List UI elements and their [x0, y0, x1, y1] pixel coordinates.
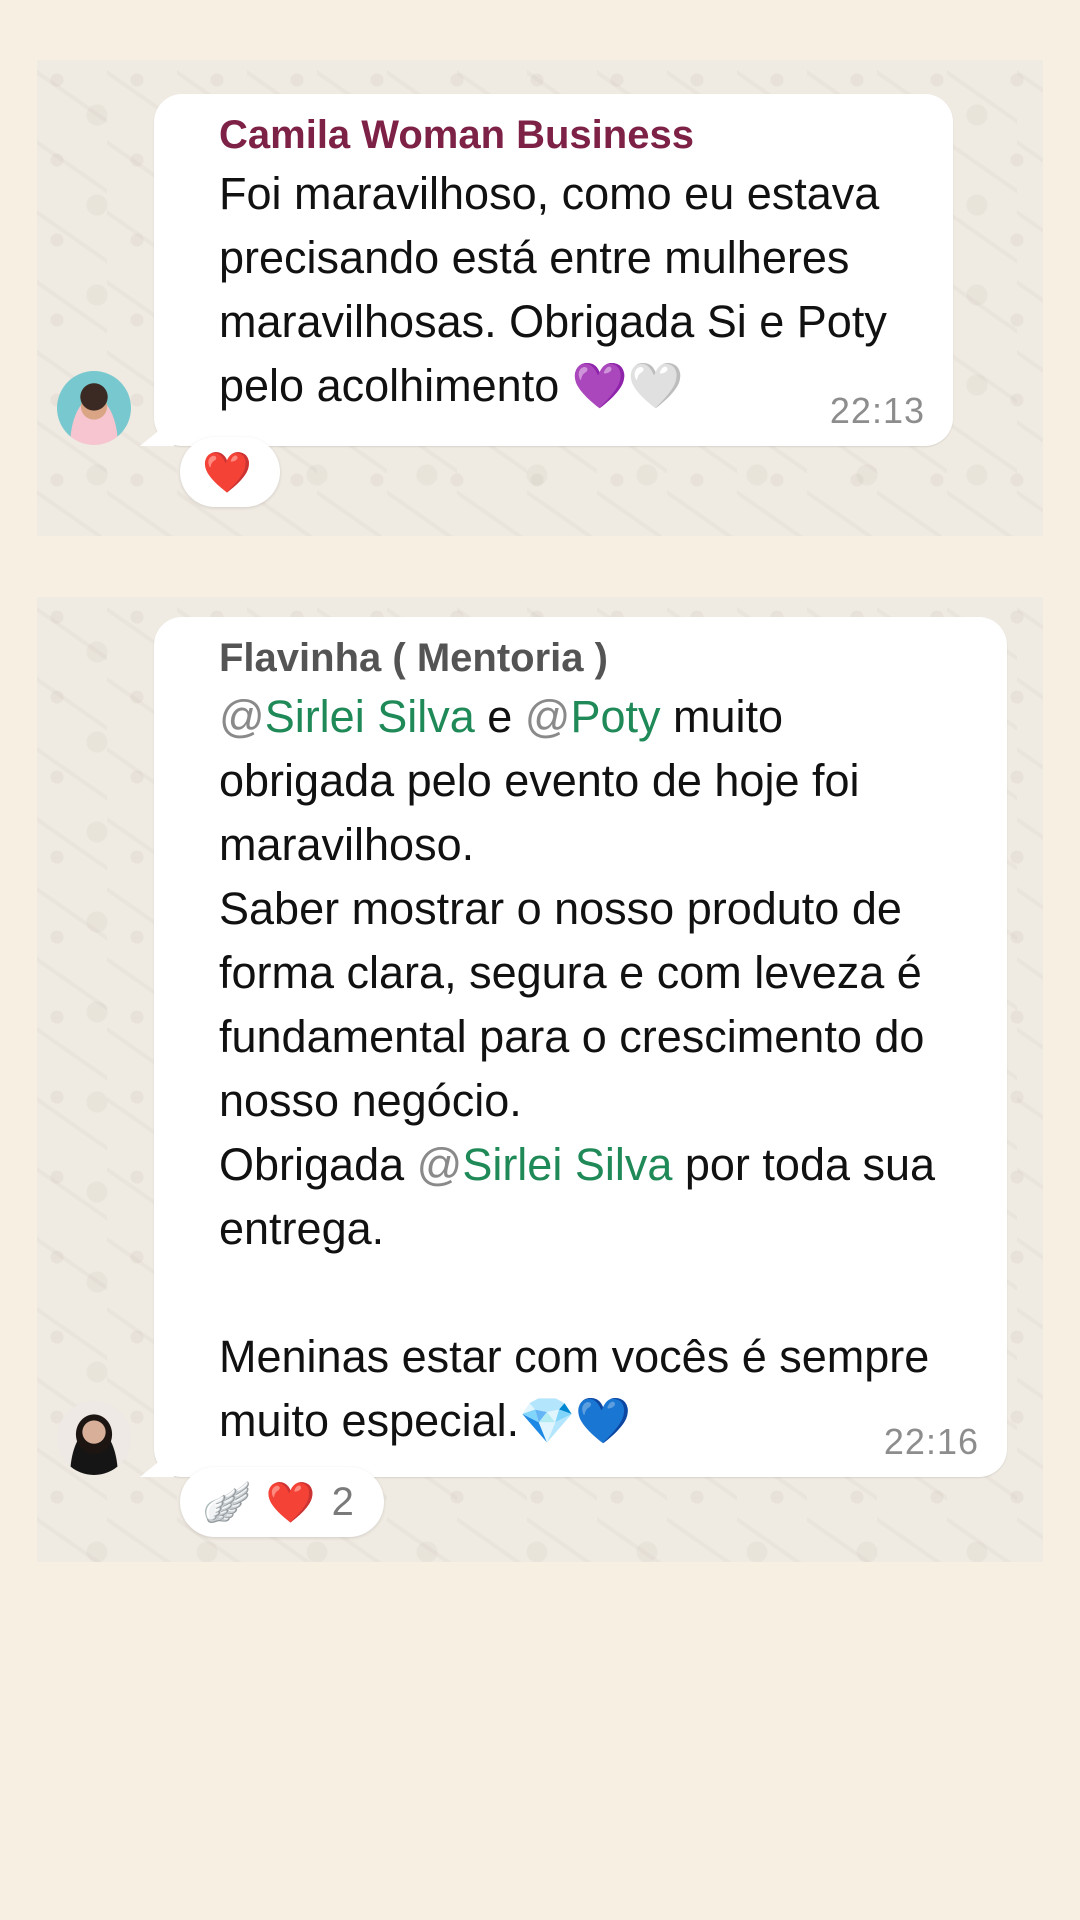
heart-reaction-icon: ❤️ — [202, 449, 252, 496]
chat-panel-1: Camila Woman Business Foi maravilhoso, c… — [37, 60, 1043, 536]
mention-at-symbol: @ — [219, 691, 265, 742]
mention-at-symbol: @ — [524, 691, 571, 742]
gem-heart-emojis: 💎💙 — [519, 1394, 632, 1447]
reactions-pill[interactable]: 🪽 ❤️ 2 — [180, 1467, 384, 1537]
message-fragment: muito — [660, 691, 784, 742]
reaction-count: 2 — [331, 1479, 354, 1524]
message-fragment: por toda sua — [672, 1139, 936, 1190]
wing-reaction-icon: 🪽 — [202, 1479, 252, 1526]
mention-poty[interactable]: Poty — [570, 691, 660, 742]
message-line: forma clara, segura e com leveza é — [219, 947, 922, 998]
message-line: muito especial. — [219, 1395, 520, 1446]
heart-emojis: 💜🤍 — [571, 359, 684, 412]
reactions-pill[interactable]: ❤️ — [180, 437, 280, 507]
avatar[interactable] — [57, 1401, 131, 1475]
mention-sirlei-silva[interactable]: Sirlei Silva — [265, 691, 475, 742]
message-line: Saber mostrar o nosso produto de — [219, 883, 902, 934]
message-line: fundamental para o crescimento do — [219, 1011, 925, 1062]
message-line: precisando está entre mulheres — [219, 232, 850, 283]
message-line: Meninas estar com vocês é sempre — [219, 1331, 930, 1382]
message-fragment: Obrigada — [219, 1139, 417, 1190]
message-line: entrega. — [219, 1203, 385, 1254]
message-text: Foi maravilhoso, como eu estava precisan… — [219, 162, 925, 418]
message-line: pelo acolhimento — [219, 360, 560, 411]
mention-sirlei-silva[interactable]: Sirlei Silva — [462, 1139, 672, 1190]
message-text: @Sirlei Silva e @Poty muito obrigada pel… — [219, 685, 979, 1453]
message-fragment: e — [474, 691, 525, 742]
message-line: maravilhosas. Obrigada Si e Poty — [219, 296, 887, 347]
avatar[interactable] — [57, 371, 131, 445]
chat-panel-2: Flavinha ( Mentoria ) @Sirlei Silva e @P… — [37, 597, 1043, 1562]
message-line: maravilhoso. — [219, 819, 475, 870]
mention-at-symbol: @ — [416, 1139, 463, 1190]
message-bubble[interactable]: Flavinha ( Mentoria ) @Sirlei Silva e @P… — [154, 617, 1007, 1477]
message-bubble[interactable]: Camila Woman Business Foi maravilhoso, c… — [154, 94, 953, 446]
message-line: obrigada pelo evento de hoje foi — [219, 755, 860, 806]
sender-name[interactable]: Camila Woman Business — [219, 110, 925, 160]
message-timestamp: 22:16 — [883, 1421, 979, 1462]
sender-name[interactable]: Flavinha ( Mentoria ) — [219, 633, 979, 683]
message-line: Foi maravilhoso, como eu estava — [219, 168, 880, 219]
heart-reaction-icon: ❤️ — [265, 1479, 316, 1526]
message-timestamp: 22:13 — [829, 390, 925, 431]
message-line: nosso negócio. — [219, 1075, 522, 1126]
